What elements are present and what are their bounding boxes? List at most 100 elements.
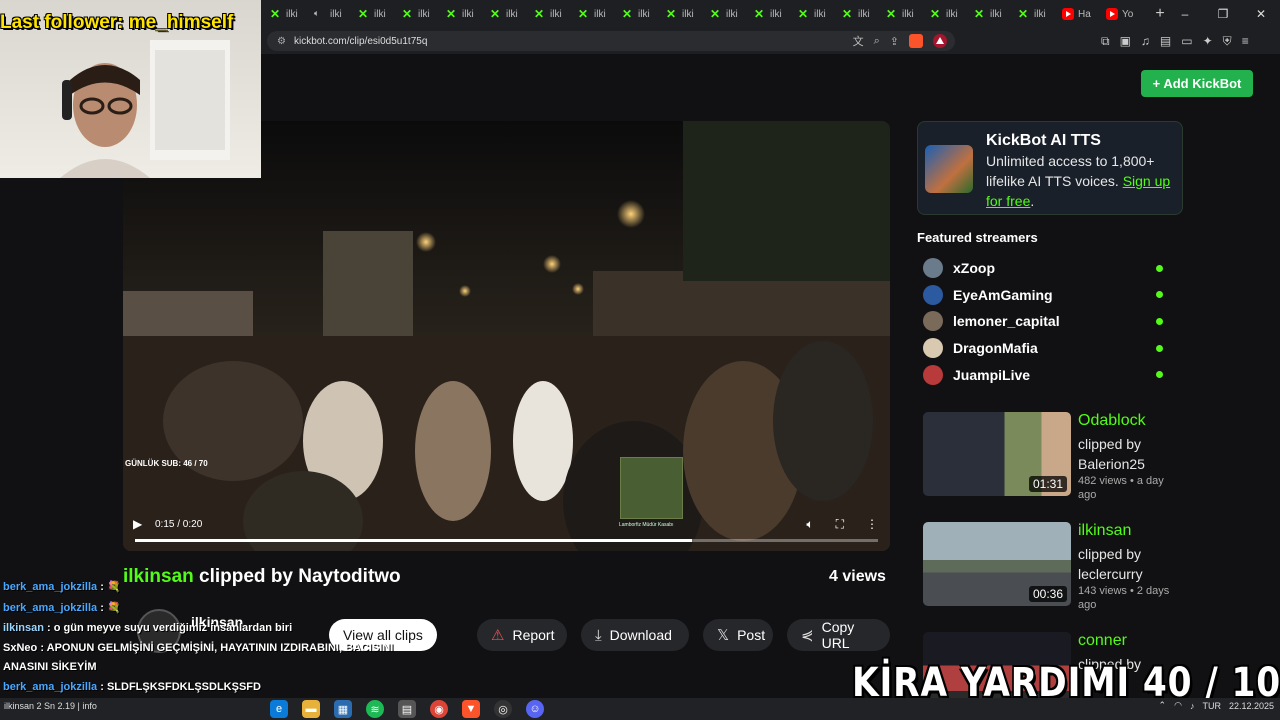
tab-title: ilki <box>462 8 474 20</box>
featured-streamer[interactable]: JuampiLive <box>923 364 1163 386</box>
kick-icon <box>446 8 458 20</box>
browser-tab[interactable]: ilki <box>440 0 484 28</box>
seek-bar-progress <box>135 539 693 542</box>
minimap-overlay <box>620 457 683 519</box>
tab-title: ilki <box>330 8 342 20</box>
clip-channel-link[interactable]: conner <box>1078 632 1127 650</box>
kick-icon <box>402 8 414 20</box>
translate-icon[interactable]: 文 <box>853 33 864 49</box>
clock-date[interactable]: 22.12.2025 <box>1229 701 1274 711</box>
address-bar: ⚙ kickbot.com/clip/esi0d5u1t75q 文 ⌕ ⇪ ⧉ … <box>261 28 1280 54</box>
tab-title: ilki <box>814 8 826 20</box>
browser-tab[interactable]: 🔈︎ ilki <box>308 0 352 28</box>
report-button[interactable]: ⚠ Report <box>477 619 567 651</box>
brave-icon[interactable]: ▼ <box>462 700 480 718</box>
site-settings-icon[interactable]: ⚙ <box>277 36 286 47</box>
share-icon[interactable]: ⇪ <box>890 35 899 48</box>
discord-icon[interactable]: ☺ <box>526 700 544 718</box>
related-clip[interactable]: 01:31 Odablock clipped by Balerion25 482 vi… <box>923 412 1183 501</box>
browser-tab[interactable]: Yo <box>1100 0 1144 28</box>
clip-thumbnail[interactable]: 01:31 <box>923 412 1071 496</box>
language-indicator[interactable]: TUR <box>1202 701 1221 711</box>
kick-icon <box>930 8 942 20</box>
browser-tab[interactable]: ilki <box>264 0 308 28</box>
obs-icon[interactable]: ◎ <box>494 700 512 718</box>
live-indicator-icon <box>1156 317 1163 325</box>
browser-tab[interactable]: ilki <box>660 0 704 28</box>
browser-tab[interactable]: ilki <box>352 0 396 28</box>
video-player[interactable]: GÜNLÜK SUB: 46 / 70 Lamborfiz Müdür Kasa… <box>123 121 890 551</box>
seek-bar[interactable] <box>135 539 878 542</box>
fullscreen-icon[interactable]: ⛶ <box>836 517 844 532</box>
wallet-icon[interactable]: ▭ <box>1181 34 1192 48</box>
speaker-icon: 🔈︎ <box>314 8 320 18</box>
close-icon[interactable]: ✕ <box>1242 0 1280 28</box>
url-field[interactable]: ⚙ kickbot.com/clip/esi0d5u1t75q 文 ⌕ ⇪ <box>267 31 955 51</box>
clip-thumbnail[interactable]: 00:36 <box>923 522 1071 606</box>
file-explorer-icon[interactable]: ▬ <box>302 700 320 718</box>
extensions-icon[interactable]: ⧉ <box>1101 34 1110 49</box>
minimize-icon[interactable]: – <box>1166 0 1204 28</box>
tab-title: Yo <box>1122 8 1134 20</box>
spotify-icon[interactable]: ≋ <box>366 700 384 718</box>
download-button[interactable]: ⤓ Download <box>581 619 689 651</box>
zoom-icon[interactable]: ⌕ <box>874 35 880 48</box>
sidebar-icon[interactable]: ▤ <box>1160 34 1171 48</box>
browser-tab[interactable]: ilki <box>968 0 1012 28</box>
menu-icon[interactable]: ≡ <box>1242 34 1249 48</box>
browser-tab[interactable]: ilki <box>748 0 792 28</box>
maximize-icon[interactable]: ❐ <box>1204 0 1242 28</box>
browser-tab[interactable]: ilki <box>792 0 836 28</box>
avatar <box>923 364 943 385</box>
featured-streamer[interactable]: xZoop <box>923 257 1163 279</box>
browser-tab[interactable]: ilki <box>880 0 924 28</box>
volume-icon[interactable]: 🔈︎ <box>806 517 813 532</box>
featured-streamer[interactable]: DragonMafia <box>923 337 1163 359</box>
wifi-icon[interactable]: ◠ <box>1174 700 1182 711</box>
browser-tab[interactable]: ilki <box>396 0 440 28</box>
browser-tab[interactable]: ilki <box>572 0 616 28</box>
brave-shields-icon[interactable] <box>909 34 923 48</box>
featured-streamer[interactable]: EyeAmGaming <box>923 284 1163 306</box>
add-kickbot-button[interactable]: + Add KickBot <box>1141 70 1253 97</box>
clip-channel-link[interactable]: ilkinsan <box>123 566 194 587</box>
tray-chevron-icon[interactable]: ⌃ <box>1159 700 1167 711</box>
screenshot-icon[interactable]: ▣ <box>1120 34 1131 48</box>
calculator-icon[interactable]: ▤ <box>398 700 416 718</box>
play-icon[interactable]: ▶ <box>133 517 142 531</box>
volume-icon[interactable]: ♪ <box>1190 701 1195 711</box>
featured-streamer[interactable]: lemoner_capital <box>923 310 1163 332</box>
chat-username: berk_ama_jokzilla <box>3 602 98 614</box>
chat-username: ilkinsan <box>3 622 44 634</box>
chrome-icon[interactable]: ◉ <box>430 700 448 718</box>
avatar <box>923 311 943 332</box>
more-options-icon[interactable]: ⋮ <box>866 517 878 532</box>
tts-description: Unlimited access to 1,800+ lifelike AI T… <box>986 153 1171 209</box>
related-clip[interactable]: 00:36 ilkinsan clipped by leclercurry 143 v… <box>923 522 1183 611</box>
browser-tab[interactable]: ilki <box>1012 0 1056 28</box>
browser-tab[interactable]: ilki <box>528 0 572 28</box>
avatar <box>923 258 943 278</box>
x-icon: 𝕏 <box>717 627 730 644</box>
browser-tab[interactable]: Ha <box>1056 0 1100 28</box>
edge-icon[interactable]: e <box>270 700 288 718</box>
browser-tab[interactable]: ilki <box>836 0 880 28</box>
browser-tab[interactable]: ilki <box>616 0 660 28</box>
clip-channel-link[interactable]: ilkinsan <box>1078 522 1131 540</box>
vpn-icon[interactable]: ⛨ <box>1223 34 1232 49</box>
kick-icon <box>534 8 546 20</box>
music-icon[interactable]: ♫ <box>1141 34 1150 48</box>
leo-icon[interactable]: ✦ <box>1203 34 1213 48</box>
browser-tab[interactable]: ilki <box>924 0 968 28</box>
clip-meta: 482 views • a day ago <box>1078 475 1164 501</box>
brave-rewards-icon[interactable] <box>933 34 947 48</box>
streamer-name: JuampiLive <box>953 366 1031 383</box>
clip-channel-link[interactable]: Odablock <box>1078 412 1146 430</box>
tts-promo-card: KickBot AI TTS Unlimited access to 1,800… <box>917 121 1183 215</box>
post-button[interactable]: 𝕏 Post <box>703 619 773 651</box>
browser-tab[interactable]: ilki <box>704 0 748 28</box>
clip-meta: 143 views • 2 days ago <box>1078 585 1170 611</box>
store-icon[interactable]: ▦ <box>334 700 352 718</box>
copy-url-button[interactable]: ⋞ Copy URL <box>787 619 890 651</box>
browser-tab[interactable]: ilki <box>484 0 528 28</box>
